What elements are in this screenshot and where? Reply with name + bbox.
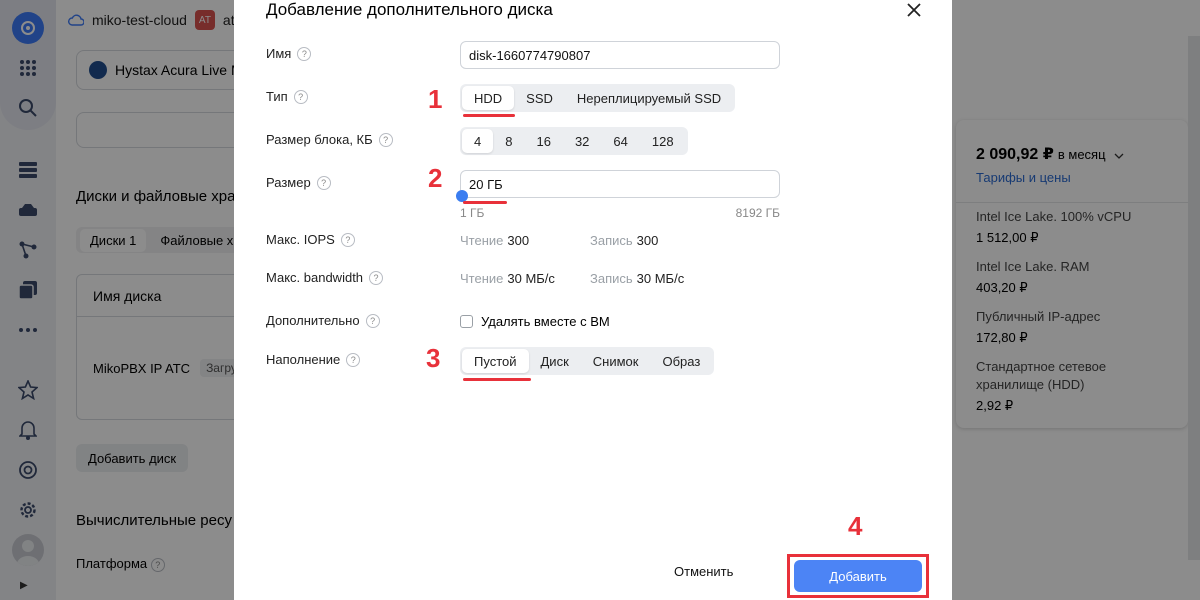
size-label: Размер? <box>266 175 331 190</box>
type-option-ssd[interactable]: SSD <box>514 86 565 110</box>
filling-option-disk[interactable]: Диск <box>529 349 581 373</box>
help-icon[interactable]: ? <box>297 46 312 61</box>
help-icon[interactable]: ? <box>316 175 331 190</box>
iops-write-value: 300 <box>636 233 659 248</box>
type-option-nonrepl-ssd[interactable]: Нереплицируемый SSD <box>565 86 733 110</box>
disk-name-input[interactable]: disk-1660774790807 <box>460 41 780 69</box>
iops-write-label: Запись <box>590 233 633 248</box>
block-option-32[interactable]: 32 <box>563 129 601 153</box>
close-icon[interactable] <box>902 0 926 20</box>
add-button[interactable]: Добавить <box>794 560 922 592</box>
bandwidth-write: Запись 30 МБ/с <box>590 271 684 286</box>
additional-label-text: Дополнительно <box>266 313 360 328</box>
annotation-number-2: 2 <box>428 163 443 193</box>
type-label-text: Тип <box>266 89 288 104</box>
dialog-title: Добавление дополнительного диска <box>266 0 553 19</box>
type-option-hdd[interactable]: HDD <box>462 86 515 110</box>
size-range-min: 1 ГБ <box>460 206 485 220</box>
bandwidth-read-value: 30 МБ/с <box>507 271 555 286</box>
block-size-label: Размер блока, КБ? <box>266 132 393 147</box>
disk-size-input[interactable]: 20 ГБ <box>460 170 780 198</box>
block-option-16[interactable]: 16 <box>524 129 562 153</box>
max-iops-label: Макс. IOPS? <box>266 232 355 247</box>
help-icon[interactable]: ? <box>378 132 393 147</box>
delete-with-vm-checkbox[interactable]: Удалять вместе с ВМ <box>460 314 610 329</box>
iops-write: Запись 300 <box>590 233 658 248</box>
name-label-text: Имя <box>266 46 292 61</box>
additional-label: Дополнительно? <box>266 313 380 328</box>
bandwidth-write-value: 30 МБ/с <box>636 271 685 286</box>
help-icon[interactable]: ? <box>340 232 355 247</box>
filling-option-empty[interactable]: Пустой <box>462 349 529 373</box>
bandwidth-write-label: Запись <box>590 271 633 286</box>
name-label: Имя? <box>266 46 312 61</box>
max-bandwidth-label-text: Макс. bandwidth <box>266 270 364 285</box>
filling-label: Наполнение? <box>266 352 361 367</box>
annotation-underline <box>463 378 531 381</box>
block-size-selector: 4 8 16 32 64 128 <box>460 127 688 155</box>
block-option-128[interactable]: 128 <box>640 129 686 153</box>
filling-option-snapshot[interactable]: Снимок <box>581 349 651 373</box>
block-option-64[interactable]: 64 <box>601 129 639 153</box>
iops-read-value: 300 <box>507 233 530 248</box>
bandwidth-read-label: Чтение <box>460 271 504 286</box>
iops-read: Чтение 300 <box>460 233 529 248</box>
iops-read-label: Чтение <box>460 233 504 248</box>
annotation-underline <box>463 114 515 117</box>
cancel-button[interactable]: Отменить <box>674 564 733 579</box>
bandwidth-read: Чтение 30 МБ/с <box>460 271 555 286</box>
block-option-4[interactable]: 4 <box>462 129 494 153</box>
size-label-text: Размер <box>266 175 311 190</box>
max-bandwidth-label: Макс. bandwidth? <box>266 270 384 285</box>
help-icon[interactable]: ? <box>365 313 380 328</box>
help-icon[interactable]: ? <box>293 89 308 104</box>
type-label: Тип? <box>266 89 308 104</box>
disk-type-selector: HDD SSD Нереплицируемый SSD <box>460 84 736 112</box>
filling-selector: Пустой Диск Снимок Образ <box>460 347 715 375</box>
block-size-label-text: Размер блока, КБ <box>266 132 373 147</box>
help-icon[interactable]: ? <box>369 270 384 285</box>
help-icon[interactable]: ? <box>346 352 361 367</box>
filling-label-text: Наполнение <box>266 352 341 367</box>
filling-option-image[interactable]: Образ <box>650 349 712 373</box>
block-option-8[interactable]: 8 <box>493 129 524 153</box>
size-range-max: 8192 ГБ <box>735 206 780 220</box>
add-disk-dialog: Добавление дополнительного диска Имя? di… <box>234 0 952 600</box>
annotation-number-1: 1 <box>428 84 443 114</box>
annotation-number-4: 4 <box>848 511 863 541</box>
annotation-number-3: 3 <box>426 343 441 373</box>
annotation-underline <box>463 201 507 204</box>
checkbox-label: Удалять вместе с ВМ <box>481 314 610 329</box>
max-iops-label-text: Макс. IOPS <box>266 232 335 247</box>
checkbox-box[interactable] <box>460 315 473 328</box>
